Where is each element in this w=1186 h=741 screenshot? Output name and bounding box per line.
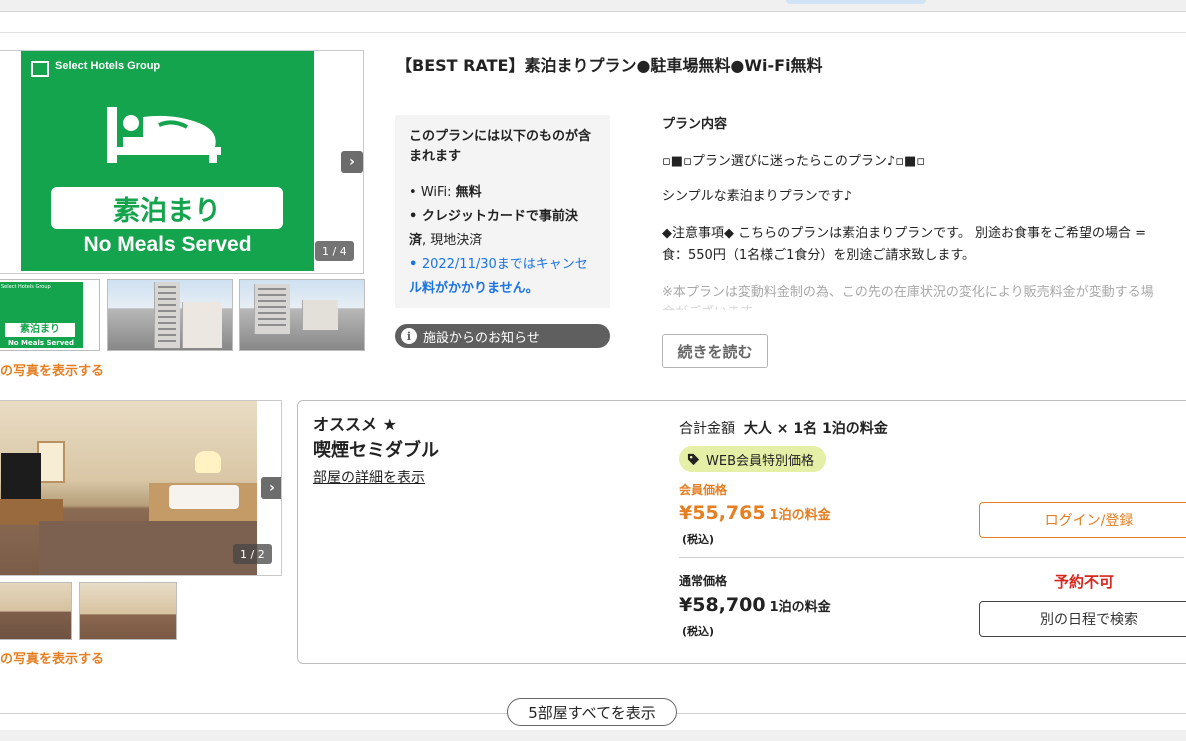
thumbnail-group-name: Select Hotels Group	[1, 284, 51, 290]
includes-cancel-cont: ル料がかかりません。	[409, 281, 539, 296]
includes-payment-cont: 済, 現地決済	[409, 233, 483, 248]
room-name: 喫煙セミダブル	[313, 440, 439, 461]
includes-wifi: • WiFi: 無料	[409, 185, 482, 200]
web-member-badge: WEB会員特別価格	[679, 446, 826, 472]
booking-unavailable-label: 予約不可	[1054, 573, 1115, 591]
search-other-dates-button[interactable]: 別の日程で検索	[979, 601, 1186, 637]
room-thumbnail-1[interactable]	[0, 582, 72, 640]
thumbnail-sign-en: No Meals Served	[7, 339, 75, 347]
sign-no-meals-en: No Meals Served	[83, 233, 252, 256]
member-price: ¥55,765 1泊の料金	[679, 502, 831, 524]
regular-price: ¥58,700 1泊の料金	[679, 594, 831, 616]
plan-desc-line-2: シンプルな素泊まりプランです♪	[662, 189, 852, 204]
plan-desc-line-1: ▫■▫プラン選びに迷ったらこのプラン♪▫■▫	[662, 154, 926, 169]
photo-thumbnail-1[interactable]: Select Hotels Group 素泊まり No Meals Served	[0, 279, 100, 351]
plan-includes-box: このプランには以下のものが含まれます • WiFi: 無料 • クレジットカード…	[395, 115, 610, 308]
top-divider	[0, 32, 1186, 33]
tag-icon	[687, 453, 700, 465]
plan-desc-line-3: ◆注意事項◆ こちらのプランは素泊まりプランです。 別途お食事をご希望の場合 =	[662, 226, 1146, 241]
room-detail-link[interactable]: 部屋の詳細を表示	[313, 467, 425, 487]
next-photo-button[interactable]: ›	[341, 151, 363, 173]
no-meals-sign-image: Select Hotels Group 素泊まり No Meals Served	[21, 51, 314, 271]
photo-thumbnail-3[interactable]	[239, 279, 365, 351]
top-strip	[0, 0, 1186, 12]
regular-tax-note: (税込)	[682, 625, 715, 638]
plan-content-heading: プラン内容	[662, 117, 728, 132]
room-image	[0, 401, 257, 575]
thumbnail-sign-jp: 素泊まり	[5, 323, 75, 337]
photo-thumbnail-2[interactable]	[107, 279, 233, 351]
room-main-photo[interactable]: › 1 / 2	[0, 400, 282, 576]
show-all-rooms-button[interactable]: 5部屋すべてを表示	[507, 698, 677, 726]
plan-desc-line-6: 合がございます。	[662, 301, 765, 310]
sign-no-meals-jp: 素泊まり	[51, 187, 283, 229]
plan-desc-line-5: ※本プランは変動料金制の為、この先の在庫状況の変化により販売料金が変動する場	[662, 285, 1154, 300]
read-more-button[interactable]: 続きを読む	[662, 334, 768, 368]
plan-main-photo[interactable]: Select Hotels Group 素泊まり No Meals Served…	[0, 50, 364, 274]
member-tax-note: (税込)	[682, 533, 715, 546]
login-register-button[interactable]: ログイン/登録	[979, 502, 1186, 538]
plan-desc-line-4: 食：550円（1名様ご1食分）を別途ご請求致します。	[662, 248, 976, 263]
plan-title[interactable]: 【BEST RATE】素泊まりプラン●駐車場無料●Wi-Fi無料	[396, 52, 823, 76]
includes-payment: • クレジットカードで事前決	[409, 209, 578, 224]
sign-group-name: Select Hotels Group	[55, 60, 161, 72]
total-price-label: 合計金額 大人 × 1名 1泊の料金	[679, 421, 888, 437]
room-thumbnail-2[interactable]	[79, 582, 177, 640]
facility-notice-button[interactable]: i 施設からのお知らせ	[395, 324, 610, 348]
price-divider	[679, 557, 1184, 558]
room-show-photos-link[interactable]: の写真を表示する	[0, 648, 104, 667]
includes-cancel: • 2022/11/30まではキャンセ	[409, 257, 588, 272]
recommend-label: オススメ ★	[313, 415, 397, 434]
show-photos-link[interactable]: の写真を表示する	[0, 360, 104, 379]
bottom-strip	[0, 730, 1186, 741]
room-photo-counter: 1 / 2	[233, 544, 272, 564]
room-card: オススメ ★ 喫煙セミダブル 部屋の詳細を表示 合計金額 大人 × 1名 1泊の…	[297, 400, 1186, 664]
regular-price-label: 通常価格	[679, 574, 728, 588]
includes-heading: このプランには以下のものが含まれます	[409, 129, 592, 164]
top-scroll-indicator	[786, 0, 926, 4]
hotel-logo-icon	[31, 61, 49, 77]
includes-list: • WiFi: 無料 • クレジットカードで事前決 済, 現地決済 • 2022…	[409, 181, 596, 301]
room-next-photo-button[interactable]: ›	[261, 477, 281, 499]
member-price-label: 会員価格	[679, 483, 728, 497]
facility-notice-label: 施設からのお知らせ	[423, 330, 540, 346]
photo-counter: 1 / 4	[315, 241, 354, 261]
info-icon: i	[401, 328, 417, 344]
sleeping-bed-icon	[107, 107, 221, 163]
